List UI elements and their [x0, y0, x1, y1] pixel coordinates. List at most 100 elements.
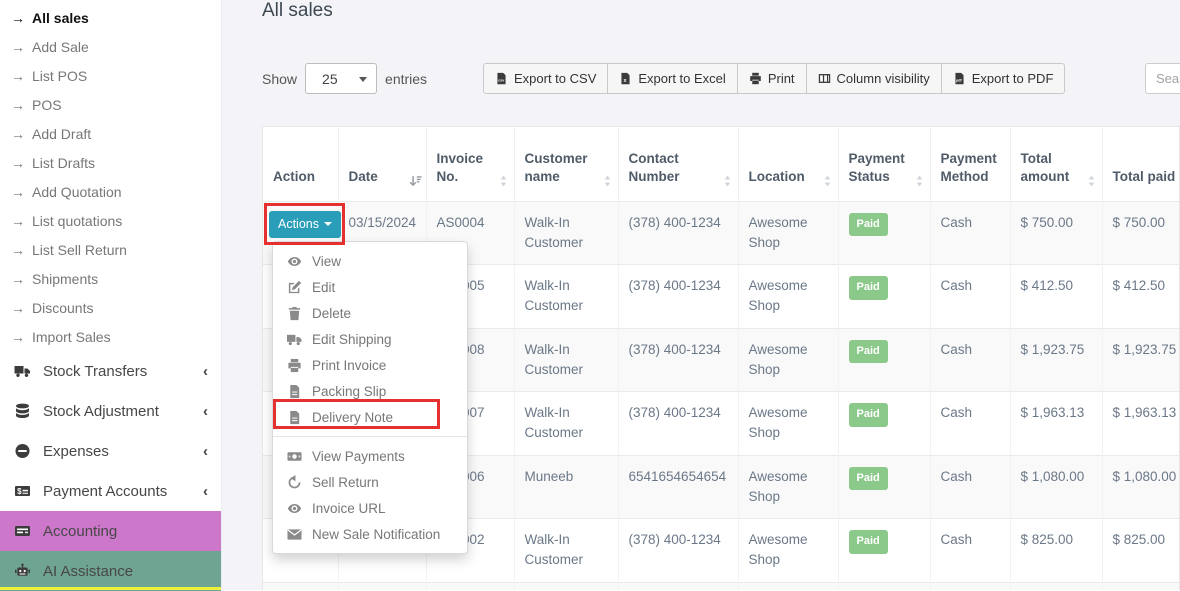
total-paid-cell: $ 7,700.00	[1102, 582, 1180, 590]
menu-item-label: View Payments	[312, 449, 405, 464]
column-header-total-amount[interactable]: Total amount	[1010, 127, 1102, 201]
contact-cell: (378) 400-1234	[618, 582, 738, 590]
sidebar-link-import-sales[interactable]: → Import Sales	[0, 322, 221, 351]
sidebar-link-label: All sales	[32, 10, 89, 26]
sidebar-link-all-sales[interactable]: →All sales	[0, 3, 221, 32]
column-header-date[interactable]: Date	[338, 127, 426, 201]
payment-status-cell: Paid	[838, 265, 930, 329]
eye-icon	[287, 501, 302, 516]
sidebar-link-label: Import Sales	[32, 329, 111, 345]
column-header-payment-status[interactable]: Payment Status	[838, 127, 930, 201]
sidebar-item-stock-adjustment[interactable]: Stock Adjustment‹	[0, 391, 221, 431]
sidebar-item-label: Accounting	[43, 523, 117, 540]
excel-file-icon: x	[619, 72, 632, 85]
show-label: Show	[262, 71, 297, 87]
column-header-payment-method: Payment Method	[930, 127, 1010, 201]
trash-icon	[287, 306, 302, 321]
status-badge: Paid	[849, 467, 888, 491]
arrow-right-icon: →	[11, 184, 25, 200]
sidebar-item-expenses[interactable]: Expenses‹	[0, 431, 221, 471]
sidebar-item-payment-accounts[interactable]: $Payment Accounts‹	[0, 471, 221, 511]
sidebar-link-pos[interactable]: →POS	[0, 90, 221, 119]
column-label: Payment Method	[941, 151, 997, 184]
sidebar-link-discounts[interactable]: →Discounts	[0, 293, 221, 322]
table-row: Actions03/13/2024 15:00AS0003Harry(378) …	[263, 582, 1180, 590]
sidebar-link-label: List POS	[32, 68, 87, 84]
menu-item-view[interactable]: View	[273, 248, 467, 274]
customer-cell: Walk-In Customer	[514, 519, 618, 583]
sidebar-link-label: Add Quotation	[32, 184, 122, 200]
menu-item-edit-shipping[interactable]: Edit Shipping	[273, 326, 467, 352]
svg-text:x: x	[624, 78, 627, 84]
column-header-total-paid[interactable]: Total paid	[1102, 127, 1180, 201]
export-to-csv-button[interactable]: csvExport to CSV	[483, 63, 608, 94]
caret-down-icon	[324, 222, 332, 230]
status-badge: Paid	[849, 530, 888, 554]
menu-item-label: Edit Shipping	[312, 332, 392, 347]
column-header-action: Action	[263, 127, 338, 201]
page-size-select[interactable]: 25	[305, 63, 377, 94]
menu-item-delete[interactable]: Delete	[273, 300, 467, 326]
location-cell: Awesome Shop	[738, 328, 838, 392]
menu-item-new-sale-notification[interactable]: New Sale Notification	[273, 521, 467, 547]
sidebar-item-label: Stock Adjustment	[43, 403, 159, 420]
menu-item-delivery-note[interactable]: Delivery Note	[273, 404, 467, 430]
sidebar-link-add-quotation[interactable]: → Add Quotation	[0, 177, 221, 206]
export-button-group: csvExport to CSV x Export to Excel Print Col…	[483, 63, 1065, 94]
column-visibility-button[interactable]: Column visibility	[806, 63, 942, 94]
sidebar-item-label: Stock Transfers	[43, 363, 147, 380]
column-header-invoice-no[interactable]: Invoice No.	[426, 127, 514, 201]
payment-status-cell: Paid	[838, 328, 930, 392]
svg-text:csv: csv	[498, 78, 504, 82]
menu-item-invoice-url[interactable]: Invoice URL	[273, 495, 467, 521]
actions-button[interactable]: Actions	[269, 211, 341, 238]
sidebar-link-list-pos[interactable]: →List POS	[0, 61, 221, 90]
truck-icon	[287, 332, 302, 347]
button-label: Export to Excel	[638, 71, 725, 86]
arrow-right-icon: →	[11, 126, 25, 142]
sidebar-link-label: Add Sale	[32, 39, 89, 55]
sort-icon	[497, 174, 510, 188]
sidebar-link-add-draft[interactable]: → Add Draft	[0, 119, 221, 148]
menu-item-view-payments[interactable]: View Payments	[273, 443, 467, 469]
chevron-left-icon: ‹	[203, 364, 208, 379]
export-to-excel-button[interactable]: x Export to Excel	[607, 63, 737, 94]
column-header-customer-name[interactable]: Customer name	[514, 127, 618, 201]
actions-dropdown-menu: ViewEditDelete Edit Shipping Print Invoice…	[272, 241, 468, 554]
column-header-contact-number[interactable]: Contact Number	[618, 127, 738, 201]
table-controls: Show 25 entries csvExport to CSV x Export …	[262, 63, 1180, 95]
column-header-location[interactable]: Location	[738, 127, 838, 201]
sidebar-link-shipments[interactable]: →Shipments	[0, 264, 221, 293]
sidebar-item-accounting[interactable]: Accounting	[0, 511, 221, 551]
menu-item-print-invoice[interactable]: Print Invoice	[273, 352, 467, 378]
menu-item-sell-return[interactable]: Sell Return	[273, 469, 467, 495]
chevron-left-icon: ‹	[203, 484, 208, 499]
sidebar-item-ai-assistance[interactable]: AI Assistance	[0, 551, 221, 591]
arrow-right-icon: →	[11, 329, 25, 345]
sidebar-link-label: List Sell Return	[32, 242, 127, 258]
sidebar-link-list-quotations[interactable]: →List quotations	[0, 206, 221, 235]
sidebar-link-label: Shipments	[32, 271, 98, 287]
button-label: Export to PDF	[972, 71, 1054, 86]
button-label: Print	[768, 71, 795, 86]
arrow-right-icon: →	[11, 155, 25, 171]
menu-item-packing-slip[interactable]: Packing Slip	[273, 378, 467, 404]
sidebar-link-add-sale[interactable]: →Add Sale	[0, 32, 221, 61]
sidebar-item-stock-transfers[interactable]: Stock Transfers ‹	[0, 351, 221, 391]
total-paid-cell: $ 1,963.13	[1102, 392, 1180, 456]
export-to-pdf-button[interactable]: pdf Export to PDF	[941, 63, 1066, 94]
sidebar-link-list-drafts[interactable]: →List Drafts	[0, 148, 221, 177]
menu-item-label: Delivery Note	[312, 410, 393, 425]
pdf-file-icon: pdf	[953, 72, 966, 85]
menu-item-edit[interactable]: Edit	[273, 274, 467, 300]
svg-text:pdf: pdf	[956, 78, 962, 82]
sidebar-link-label: Add Draft	[32, 126, 91, 142]
status-badge: Paid	[849, 340, 888, 364]
payment-method-cell: Cash	[930, 201, 1010, 265]
search-input[interactable]	[1145, 63, 1180, 94]
payment-method-cell: Cash	[930, 328, 1010, 392]
sidebar-link-list-sell-return[interactable]: →List Sell Return	[0, 235, 221, 264]
print-button[interactable]: Print	[737, 63, 807, 94]
page-length-control: Show 25 entries	[262, 63, 427, 94]
svg-text:$: $	[17, 487, 22, 496]
